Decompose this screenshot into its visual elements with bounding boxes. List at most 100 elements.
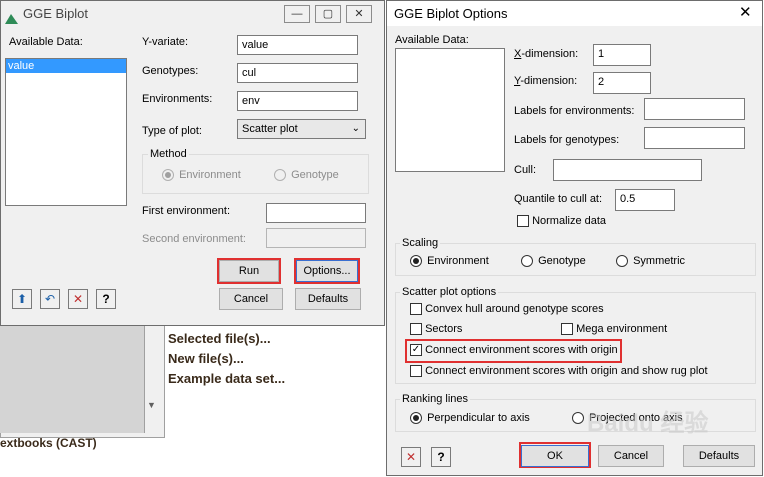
first-environment-label: First environment: bbox=[142, 205, 231, 217]
connect-origin-label: Connect environment scores with origin bbox=[425, 344, 618, 357]
undo-icon[interactable]: ↶ bbox=[40, 289, 60, 309]
y-dimension-label: Y-dimension: bbox=[514, 75, 578, 87]
options-title: GGE Biplot Options bbox=[394, 6, 508, 21]
sectors-checkbox[interactable]: Sectors bbox=[410, 323, 463, 336]
options-dialog: GGE Biplot Options ✕ Available Data: X-d… bbox=[386, 0, 763, 476]
scaling-symmetric-label: Symmetric bbox=[633, 255, 686, 268]
connect-rug-label: Connect environment scores with origin a… bbox=[425, 365, 708, 378]
quantile-field[interactable]: 0.5 bbox=[615, 189, 675, 211]
type-of-plot-label: Type of plot: bbox=[142, 125, 202, 137]
options-defaults-button[interactable]: Defaults bbox=[683, 445, 755, 467]
scatter-options-label: Scatter plot options bbox=[400, 286, 499, 298]
checkbox-icon bbox=[410, 323, 422, 336]
save-icon[interactable]: ⬆ bbox=[12, 289, 32, 309]
available-data-label: Available Data: bbox=[9, 36, 83, 48]
first-environment-field[interactable] bbox=[266, 203, 366, 223]
cull-label: Cull: bbox=[514, 164, 537, 176]
maximize-icon[interactable]: ▢ bbox=[315, 5, 341, 23]
options-button[interactable]: Options... bbox=[296, 260, 358, 282]
connect-origin-checkbox[interactable]: ✓ Connect environment scores with origin bbox=[410, 344, 618, 357]
background-scrollbar[interactable] bbox=[145, 318, 163, 436]
method-genotype-label: Genotype bbox=[291, 169, 339, 182]
connect-rug-checkbox[interactable]: Connect environment scores with origin a… bbox=[410, 365, 708, 378]
defaults-button[interactable]: Defaults bbox=[295, 288, 361, 310]
checkbox-icon bbox=[410, 303, 422, 316]
scaling-symmetric-radio[interactable]: Symmetric bbox=[616, 255, 686, 268]
background-list-area bbox=[0, 318, 145, 433]
checkmark-icon: ✓ bbox=[410, 344, 422, 357]
new-files-link[interactable]: New file(s)... bbox=[168, 351, 244, 366]
minimize-icon[interactable]: — bbox=[284, 5, 310, 23]
labels-genotypes-field[interactable] bbox=[644, 127, 745, 149]
checkbox-icon bbox=[410, 365, 422, 378]
genotypes-label: Genotypes: bbox=[142, 65, 199, 77]
radio-icon bbox=[572, 412, 584, 425]
method-environment-label: Environment bbox=[179, 169, 241, 182]
help-icon[interactable]: ? bbox=[96, 289, 116, 309]
labels-environments-label: Labels for environments: bbox=[514, 105, 635, 117]
radio-icon bbox=[410, 412, 422, 425]
app-icon bbox=[5, 7, 18, 24]
options-close-icon[interactable]: ✕ bbox=[739, 3, 752, 21]
quantile-label: Quantile to cull at: bbox=[514, 193, 603, 205]
second-environment-label: Second environment: bbox=[142, 233, 246, 245]
gge-biplot-window: GGE Biplot — ▢ ✕ Available Data: value Y… bbox=[0, 0, 385, 326]
list-item[interactable]: value bbox=[6, 59, 126, 73]
genotypes-field[interactable]: cul bbox=[237, 63, 358, 83]
y-variate-label: Y-variate: bbox=[142, 36, 189, 48]
scaling-genotype-label: Genotype bbox=[538, 255, 586, 268]
scroll-down-icon[interactable]: ▼ bbox=[147, 400, 156, 410]
x-dimension-label: X-dimension: bbox=[514, 48, 579, 60]
options-available-data-label: Available Data: bbox=[395, 34, 469, 46]
selected-files-link[interactable]: Selected file(s)... bbox=[168, 331, 271, 346]
ok-button[interactable]: OK bbox=[521, 445, 589, 467]
example-data-set-link[interactable]: Example data set... bbox=[168, 371, 285, 386]
options-help-icon[interactable]: ? bbox=[431, 447, 451, 467]
method-label: Method bbox=[148, 148, 189, 160]
type-of-plot-value: Scatter plot bbox=[242, 123, 298, 135]
second-environment-field bbox=[266, 228, 366, 248]
options-titlebar[interactable]: GGE Biplot Options bbox=[387, 1, 762, 26]
normalize-label: Normalize data bbox=[532, 215, 607, 228]
labels-environments-field[interactable] bbox=[644, 98, 745, 120]
mega-environment-checkbox[interactable]: Mega environment bbox=[561, 323, 668, 336]
radio-icon bbox=[274, 169, 286, 182]
available-data-list[interactable]: value bbox=[5, 58, 127, 206]
ranking-perpendicular-label: Perpendicular to axis bbox=[427, 412, 530, 425]
ranking-lines-label: Ranking lines bbox=[400, 393, 471, 405]
type-of-plot-select[interactable]: Scatter plot ⌄ bbox=[237, 119, 366, 139]
sectors-label: Sectors bbox=[425, 323, 463, 336]
cull-field[interactable] bbox=[553, 159, 702, 181]
y-variate-field[interactable]: value bbox=[237, 35, 358, 55]
scaling-environment-label: Environment bbox=[427, 255, 489, 268]
chevron-down-icon: ⌄ bbox=[351, 123, 360, 134]
checkbox-icon bbox=[561, 323, 573, 336]
clear-icon[interactable]: ✕ bbox=[68, 289, 88, 309]
gge-biplot-title: GGE Biplot bbox=[23, 6, 89, 21]
run-button[interactable]: Run bbox=[219, 260, 279, 282]
options-available-data-list[interactable] bbox=[395, 48, 505, 172]
close-icon[interactable]: ✕ bbox=[346, 5, 372, 23]
method-environment-radio[interactable]: Environment bbox=[162, 169, 241, 182]
environments-field[interactable]: env bbox=[237, 91, 358, 111]
x-dimension-field[interactable]: 1 bbox=[593, 44, 651, 66]
ranking-perpendicular-radio[interactable]: Perpendicular to axis bbox=[410, 412, 530, 425]
labels-genotypes-label: Labels for genotypes: bbox=[514, 134, 620, 146]
environments-label: Environments: bbox=[142, 93, 213, 105]
y-dimension-field[interactable]: 2 bbox=[593, 72, 651, 94]
background-text: extbooks (CAST) bbox=[0, 436, 97, 450]
normalize-checkbox[interactable]: Normalize data bbox=[517, 215, 607, 228]
mega-environment-label: Mega environment bbox=[576, 323, 668, 336]
method-genotype-radio[interactable]: Genotype bbox=[274, 169, 339, 182]
radio-icon bbox=[521, 255, 533, 268]
options-cancel-button[interactable]: Cancel bbox=[598, 445, 664, 467]
scaling-genotype-radio[interactable]: Genotype bbox=[521, 255, 586, 268]
options-clear-icon[interactable]: ✕ bbox=[401, 447, 421, 467]
watermark: Baidu 经验 bbox=[587, 410, 709, 437]
cancel-button[interactable]: Cancel bbox=[219, 288, 283, 310]
scaling-label: Scaling bbox=[400, 237, 441, 249]
radio-icon bbox=[410, 255, 422, 268]
scaling-environment-radio[interactable]: Environment bbox=[410, 255, 489, 268]
convex-hull-label: Convex hull around genotype scores bbox=[425, 303, 604, 316]
convex-hull-checkbox[interactable]: Convex hull around genotype scores bbox=[410, 303, 604, 316]
